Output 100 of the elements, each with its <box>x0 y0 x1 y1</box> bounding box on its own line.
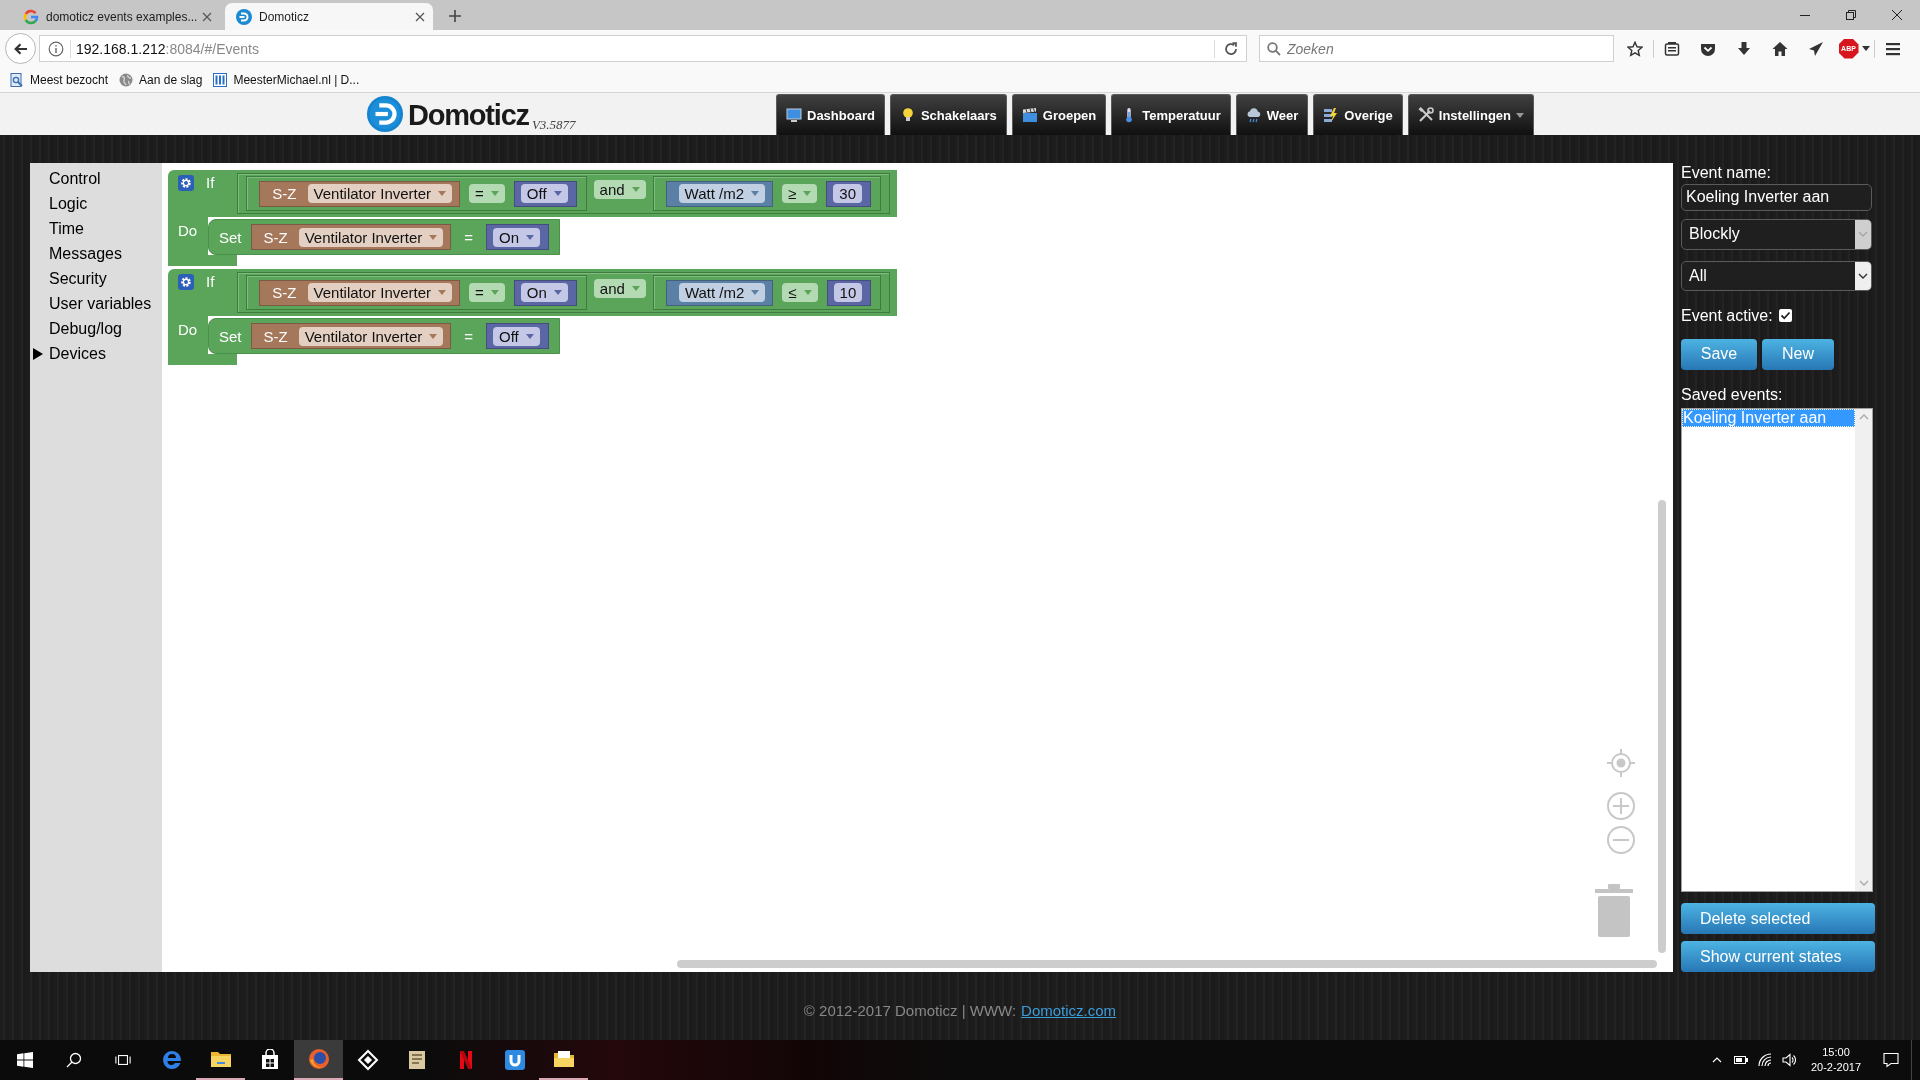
logo-icon <box>236 8 252 25</box>
event-name-input[interactable]: Koeling Inverter aan <box>1681 184 1872 211</box>
blockly-workspace[interactable]: If S-Z Ventilator Inverter = Off and Watt /m2 ≥ 30 Do Set S-Z Ventilator Inverter = On If S-Z Ventilator Inverter = On and Watt /m2 ≤ 10 Do Set S-Z Ventilator Inverter = Off <box>162 163 1673 972</box>
website-link[interactable]: Domoticz.com <box>1021 1002 1117 1019</box>
dropdown-field[interactable]: and <box>593 279 646 298</box>
dropdown-field[interactable]: On <box>520 283 568 302</box>
nav-button[interactable]: Overige <box>1313 94 1403 135</box>
list-icon[interactable] <box>1664 40 1680 57</box>
toolbox-category[interactable]: Messages <box>30 241 162 266</box>
dropdown-field[interactable]: ≥ <box>782 184 818 203</box>
close-icon[interactable] <box>1892 10 1902 20</box>
compare-block[interactable]: Watt /m2 ≤ 10 <box>652 275 882 310</box>
set-block[interactable]: Set S-Z Ventilator Inverter = Off <box>208 318 560 354</box>
dropdown-field[interactable]: Ventilator Inverter <box>307 184 453 203</box>
menu-icon[interactable] <box>1885 40 1901 57</box>
number-field[interactable]: 10 <box>833 283 863 302</box>
star-icon[interactable] <box>1627 40 1643 57</box>
value-block[interactable]: 30 <box>826 180 871 207</box>
nav-button[interactable]: Instellingen <box>1407 94 1534 135</box>
value-block[interactable]: On <box>513 279 577 306</box>
task-view-icon[interactable] <box>114 1052 131 1068</box>
compare-block[interactable]: Watt /m2 ≥ 30 <box>652 176 881 211</box>
browser-tab[interactable]: Domoticz <box>225 3 433 30</box>
and-block[interactable]: S-Z Ventilator Inverter = On and Watt /m2 ≤ 10 <box>237 272 891 313</box>
paper-plane-icon[interactable] <box>1808 40 1824 57</box>
if-block[interactable]: If S-Z Ventilator Inverter = On and Watt /m2 ≤ 10 Do Set S-Z Ventilator Inverter = Off <box>168 269 898 365</box>
dropdown-field[interactable]: ≤ <box>782 283 818 302</box>
vertical-scrollbar[interactable] <box>1658 500 1666 953</box>
new-tab-plus-icon[interactable] <box>449 10 461 22</box>
dropdown-field[interactable]: Ventilator Inverter <box>298 326 444 346</box>
device-block[interactable]: S-Z Ventilator Inverter <box>259 180 461 207</box>
speaker-icon[interactable] <box>1782 1053 1796 1067</box>
value-block[interactable]: On <box>486 224 550 250</box>
bookmark-link[interactable]: MeesterMichael.nl | D... <box>211 70 362 89</box>
toolbox-category[interactable]: Control <box>30 166 162 191</box>
caret-icon <box>631 286 640 291</box>
search-icon[interactable] <box>65 1052 82 1068</box>
message-icon[interactable] <box>1883 1052 1899 1068</box>
dropdown-field[interactable]: and <box>593 180 646 199</box>
toolbox-category[interactable]: Time <box>30 216 162 241</box>
nav-button[interactable]: Dashboard <box>776 94 885 135</box>
checkbox[interactable] <box>1778 309 1792 323</box>
toolbox-category[interactable]: User variables <box>30 291 162 316</box>
battery-icon[interactable] <box>1734 1053 1748 1067</box>
search-field[interactable]: Zoeken <box>1259 35 1614 62</box>
dropdown-field[interactable]: On <box>493 227 541 247</box>
chevron-up-icon[interactable] <box>1712 1057 1722 1063</box>
download-icon[interactable] <box>1736 40 1752 57</box>
variable-block[interactable]: Watt /m2 <box>665 180 774 207</box>
if-block[interactable]: If S-Z Ventilator Inverter = Off and Watt /m2 ≥ 30 Do Set S-Z Ventilator Inverter = On <box>168 170 897 266</box>
windows-icon[interactable] <box>16 1052 33 1068</box>
restore-icon[interactable] <box>1846 10 1856 20</box>
set-block[interactable]: Set S-Z Ventilator Inverter = On <box>208 219 561 255</box>
triangle-right-icon <box>33 347 43 360</box>
nav-button[interactable]: Groepen <box>1011 94 1107 135</box>
compare-block[interactable]: S-Z Ventilator Inverter = On <box>246 275 587 310</box>
vertical-scrollbar[interactable] <box>1855 408 1872 892</box>
filter-select[interactable]: All <box>1681 260 1872 291</box>
nav-button[interactable]: Schakelaars <box>889 94 1007 135</box>
device-block[interactable]: S-Z Ventilator Inverter <box>259 279 461 306</box>
device-block[interactable]: S-Z Ventilator Inverter <box>250 224 452 250</box>
dropdown-field[interactable]: Watt /m2 <box>678 283 766 302</box>
minimize-icon[interactable] <box>1800 14 1810 16</box>
toolbox-category[interactable]: Logic <box>30 191 162 216</box>
caret-icon <box>553 191 562 196</box>
value-block[interactable]: Off <box>486 323 549 349</box>
dropdown-field[interactable]: = <box>469 184 505 203</box>
address-field[interactable]: 192.168.1.212:8084/#/Events <box>39 35 1247 62</box>
dropdown-field[interactable]: Ventilator Inverter <box>307 283 453 302</box>
toolbox-category[interactable]: Security <box>30 266 162 291</box>
and-block[interactable]: S-Z Ventilator Inverter = Off and Watt /m2 ≥ 30 <box>237 173 890 214</box>
value-block[interactable]: 10 <box>826 279 872 306</box>
nav-button[interactable]: Temperatuur <box>1111 94 1231 135</box>
bookmark-link[interactable]: Aan de slag <box>117 70 205 89</box>
value-block[interactable]: Off <box>513 180 577 207</box>
dropdown-field[interactable]: Off <box>520 184 568 203</box>
reload-icon[interactable] <box>1224 41 1238 56</box>
toolbox-category[interactable]: Debug/log <box>30 316 162 341</box>
close-icon[interactable] <box>202 11 212 22</box>
number-field[interactable]: 30 <box>833 184 862 203</box>
wifi-icon[interactable] <box>1758 1053 1772 1067</box>
compare-block[interactable]: S-Z Ventilator Inverter = Off <box>246 176 587 211</box>
device-block[interactable]: S-Z Ventilator Inverter <box>250 323 452 349</box>
dropdown-field[interactable]: Off <box>493 326 540 346</box>
bookmark-link[interactable]: Meest bezocht <box>8 70 111 89</box>
block-label: = <box>464 228 473 246</box>
dropdown-field[interactable]: Ventilator Inverter <box>298 227 444 247</box>
info-icon[interactable] <box>48 40 64 57</box>
close-icon[interactable] <box>415 11 425 22</box>
back-button[interactable] <box>5 33 36 64</box>
dropdown-field[interactable]: Watt /m2 <box>678 184 766 203</box>
nav-button[interactable]: Weer <box>1235 94 1309 135</box>
toolbox-category[interactable]: Devices <box>30 341 162 366</box>
browser-tab[interactable]: domoticz events examples... <box>12 3 220 30</box>
home-icon[interactable] <box>1772 40 1788 57</box>
gear-icon[interactable] <box>178 175 194 191</box>
gear-icon[interactable] <box>178 274 194 290</box>
dropdown-field[interactable]: = <box>469 283 505 302</box>
horizontal-scrollbar[interactable] <box>677 960 1657 968</box>
variable-block[interactable]: Watt /m2 <box>665 279 774 306</box>
